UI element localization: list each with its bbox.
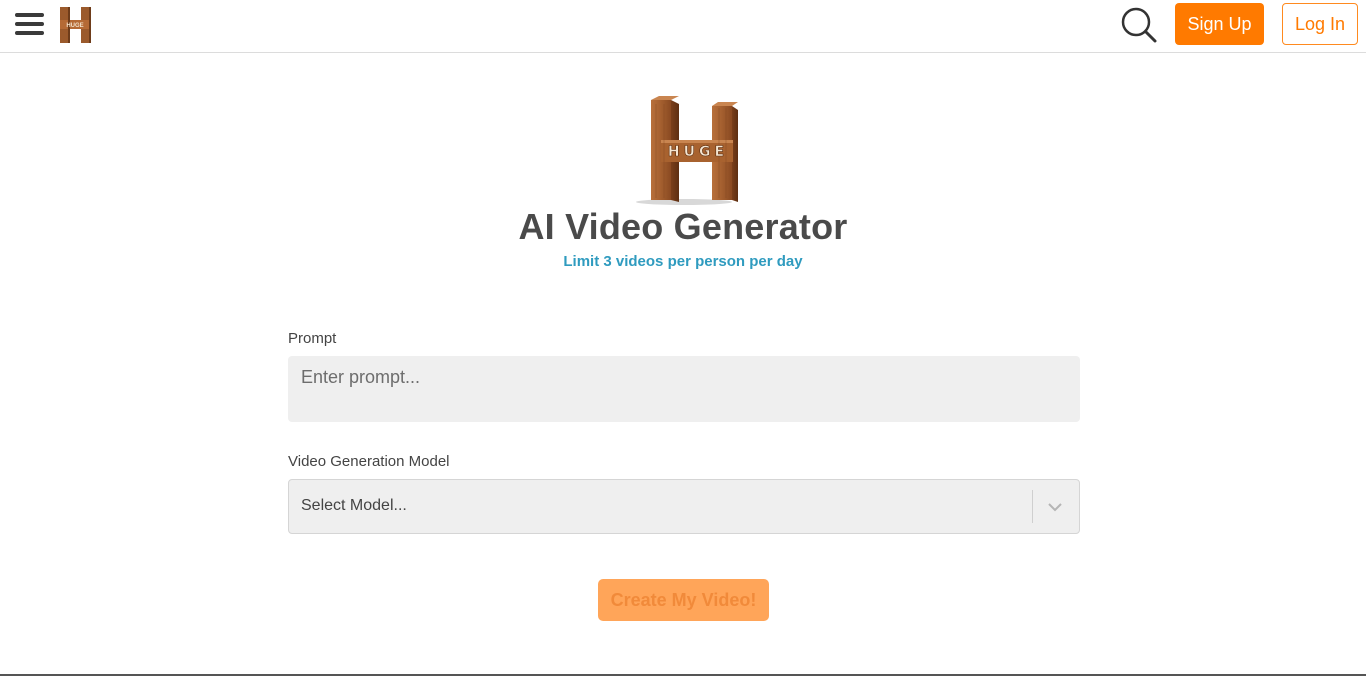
model-select-value: Select Model... [301,497,407,514]
model-select[interactable]: Select Model... [288,479,1080,534]
search-icon[interactable] [1120,6,1158,44]
top-navigation-bar: HUGE Sign Up Log In [0,0,1366,53]
site-logo-text: HUGE [66,23,83,29]
prompt-input[interactable] [288,356,1080,422]
hamburger-icon[interactable] [15,13,44,35]
prompt-label: Prompt [288,330,337,347]
site-logo[interactable]: HUGE [56,5,94,45]
create-video-button[interactable]: Create My Video! [598,579,769,621]
sign-up-button[interactable]: Sign Up [1175,3,1264,45]
chevron-down-icon[interactable] [1047,500,1063,514]
hero-logo-text: HUGE [668,144,728,160]
model-label: Video Generation Model [288,453,450,470]
daily-limit-notice: Limit 3 videos per person per day [563,253,803,270]
log-in-button[interactable]: Log In [1282,3,1358,45]
page-title: AI Video Generator [518,206,848,247]
select-divider [1032,490,1033,523]
hero-logo: HUGE [636,96,738,205]
